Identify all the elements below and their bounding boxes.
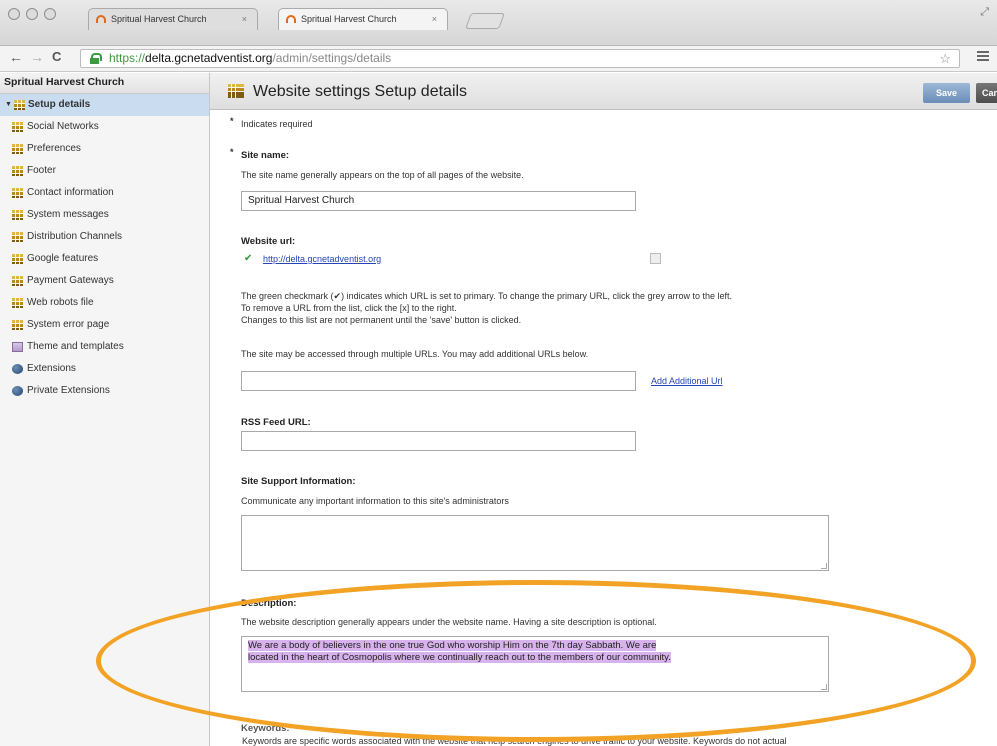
forward-button[interactable]: → <box>30 49 44 65</box>
grid-icon <box>12 276 23 286</box>
sidebar-item-label: Google features <box>27 253 99 264</box>
site-support-textarea[interactable] <box>241 515 829 571</box>
tab-title: Spritual Harvest Church <box>301 14 397 24</box>
site-name-help: The site name generally appears on the t… <box>241 170 524 180</box>
bookmark-star-icon[interactable]: ☆ <box>939 50 951 67</box>
site-support-label: Site Support Information: <box>241 476 356 487</box>
page-title: Website settings Setup details <box>253 83 468 100</box>
url-path: /admin/settings/details <box>272 51 392 65</box>
sidebar-item-theme-and-templates[interactable]: Theme and templates <box>0 336 209 358</box>
extension-icon <box>12 386 23 396</box>
page-header: Website settings Setup details Save Can <box>210 73 997 110</box>
grid-icon <box>12 232 23 242</box>
browser-toolbar: ← → C https://delta.gcnetadventist.org/a… <box>0 46 997 72</box>
church-favicon-icon <box>96 15 106 23</box>
browser-titlebar: Spritual Harvest Church × Spritual Harve… <box>0 0 997 46</box>
minimize-window-button[interactable] <box>26 8 38 20</box>
tab-title: Spritual Harvest Church <box>111 14 207 24</box>
sidebar-item-label: Web robots file <box>27 297 94 308</box>
grid-icon <box>12 166 23 176</box>
site-name-label: Site name: <box>241 150 290 161</box>
resize-grip-icon[interactable] <box>821 563 827 569</box>
sidebar-item-label: Payment Gateways <box>27 275 114 286</box>
close-window-button[interactable] <box>8 8 20 20</box>
back-button[interactable]: ← <box>9 49 23 65</box>
browser-tab-1[interactable]: Spritual Harvest Church × <box>88 8 258 30</box>
remove-url-icon[interactable] <box>650 253 661 264</box>
sidebar-item-label: Distribution Channels <box>27 231 123 242</box>
expand-triangle-icon[interactable]: ▼ <box>5 94 12 116</box>
sidebar-item-label: Footer <box>27 165 56 176</box>
grid-icon <box>12 122 23 132</box>
browser-tab-2[interactable]: Spritual Harvest Church × <box>278 8 448 30</box>
sidebar-item-label: Setup details <box>28 99 91 110</box>
grid-icon <box>12 144 23 154</box>
extension-icon <box>12 364 23 374</box>
sidebar-item-private-extensions[interactable]: Private Extensions <box>0 380 209 402</box>
settings-grid-icon <box>228 84 244 98</box>
site-name-input[interactable]: Spritual Harvest Church <box>241 191 636 211</box>
new-tab-button[interactable] <box>465 13 505 29</box>
theme-icon <box>12 342 23 352</box>
primary-check-icon[interactable]: ✔ <box>244 253 252 264</box>
site-support-help: Communicate any important information to… <box>241 496 509 506</box>
sidebar-item-label: Theme and templates <box>27 341 124 352</box>
required-asterisk: * <box>230 147 234 157</box>
zoom-window-button[interactable] <box>44 8 56 20</box>
sidebar-item-system-error-page[interactable]: System error page <box>0 314 209 336</box>
grid-icon <box>12 320 23 330</box>
sidebar-item-label: Extensions <box>27 363 76 374</box>
sidebar-item-label: System messages <box>27 209 109 220</box>
url-help-line-2: To remove a URL from the list, click the… <box>241 303 457 313</box>
sidebar-item-social-networks[interactable]: Social Networks <box>0 116 209 138</box>
add-additional-url-link[interactable]: Add Additional Url <box>651 376 723 386</box>
grid-icon <box>12 188 23 198</box>
browser-menu-icon[interactable] <box>977 51 989 63</box>
setup-grid-icon <box>14 100 25 110</box>
additional-url-help: The site may be accessed through multipl… <box>241 349 589 359</box>
sidebar-item-preferences[interactable]: Preferences <box>0 138 209 160</box>
grid-icon <box>12 254 23 264</box>
url-host: delta.gcnetadventist.org <box>145 51 273 65</box>
sidebar-item-web-robots-file[interactable]: Web robots file <box>0 292 209 314</box>
highlight-oval-annotation <box>96 580 976 742</box>
website-url-label: Website url: <box>241 236 296 247</box>
save-button[interactable]: Save <box>923 83 970 103</box>
sidebar-title: Spritual Harvest Church <box>0 73 209 94</box>
sidebar-item-distribution-channels[interactable]: Distribution Channels <box>0 226 209 248</box>
required-note: Indicates required <box>241 119 313 129</box>
cancel-button[interactable]: Can <box>976 83 997 103</box>
church-favicon-icon <box>286 15 296 23</box>
rss-feed-input[interactable] <box>241 431 636 451</box>
grid-icon <box>12 298 23 308</box>
sidebar-item-google-features[interactable]: Google features <box>0 248 209 270</box>
sidebar-item-label: Contact information <box>27 187 114 198</box>
sidebar-item-footer[interactable]: Footer <box>0 160 209 182</box>
sidebar-item-label: System error page <box>27 319 110 330</box>
sidebar-item-setup-details[interactable]: ▼ Setup details <box>0 94 209 116</box>
tab-close-icon[interactable]: × <box>432 9 437 29</box>
sidebar-item-label: Private Extensions <box>27 385 110 396</box>
rss-feed-label: RSS Feed URL: <box>241 417 311 428</box>
fullscreen-icon[interactable]: ⤢ <box>980 6 989 19</box>
reload-button[interactable]: C <box>52 49 61 64</box>
url-scheme: https:// <box>109 51 146 65</box>
address-bar[interactable]: https://delta.gcnetadventist.org/admin/s… <box>80 49 960 68</box>
url-help-line-1: The green checkmark (✔) indicates which … <box>241 291 733 301</box>
sidebar-item-system-messages[interactable]: System messages <box>0 204 209 226</box>
required-asterisk: * <box>230 116 234 126</box>
lock-icon <box>90 53 102 64</box>
additional-url-input[interactable] <box>241 371 636 391</box>
primary-url-link[interactable]: http://delta.gcnetadventist.org <box>263 254 381 264</box>
sidebar-item-payment-gateways[interactable]: Payment Gateways <box>0 270 209 292</box>
grid-icon <box>12 210 23 220</box>
sidebar-item-extensions[interactable]: Extensions <box>0 358 209 380</box>
sidebar-item-label: Preferences <box>27 143 81 154</box>
tab-close-icon[interactable]: × <box>242 9 247 29</box>
sidebar-item-contact-information[interactable]: Contact information <box>0 182 209 204</box>
url-help-line-3: Changes to this list are not permanent u… <box>241 315 522 325</box>
sidebar-item-label: Social Networks <box>27 121 99 132</box>
